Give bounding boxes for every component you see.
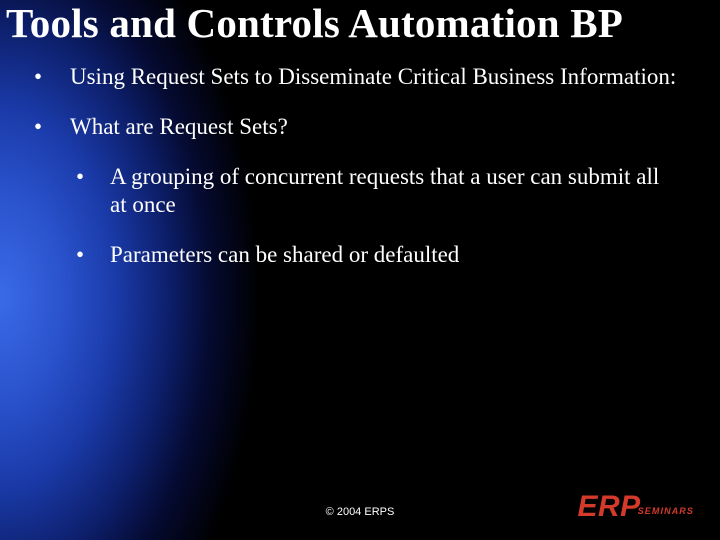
slide: Tools and Controls Automation BP • Using…: [0, 0, 720, 540]
list-item-text: A grouping of concurrent requests that a…: [110, 163, 680, 219]
logo-sub: SEMINARS: [638, 506, 694, 516]
list-item: • Using Request Sets to Disseminate Crit…: [32, 63, 680, 91]
logo: ERPSEMINARS: [578, 490, 695, 524]
list-item: • What are Request Sets? • A grouping of…: [32, 113, 680, 291]
bullet-icon: •: [32, 63, 70, 91]
list-item-text: Using Request Sets to Disseminate Critic…: [70, 63, 680, 91]
logo-main: ERP: [578, 490, 641, 523]
list-item-text: What are Request Sets?: [70, 114, 288, 139]
list-item: • Parameters can be shared or defaulted: [70, 241, 680, 269]
list-item-text: Parameters can be shared or defaulted: [110, 241, 680, 269]
bullet-icon: •: [70, 163, 110, 219]
bullet-list-level1: • Using Request Sets to Disseminate Crit…: [32, 63, 680, 291]
list-item-text-wrap: What are Request Sets? • A grouping of c…: [70, 113, 680, 291]
bullet-icon: •: [32, 113, 70, 291]
list-item: • A grouping of concurrent requests that…: [70, 163, 680, 219]
bullet-icon: •: [70, 241, 110, 269]
slide-title: Tools and Controls Automation BP: [0, 0, 720, 45]
bullet-list-level2: • A grouping of concurrent requests that…: [70, 163, 680, 269]
slide-body: • Using Request Sets to Disseminate Crit…: [0, 45, 720, 291]
